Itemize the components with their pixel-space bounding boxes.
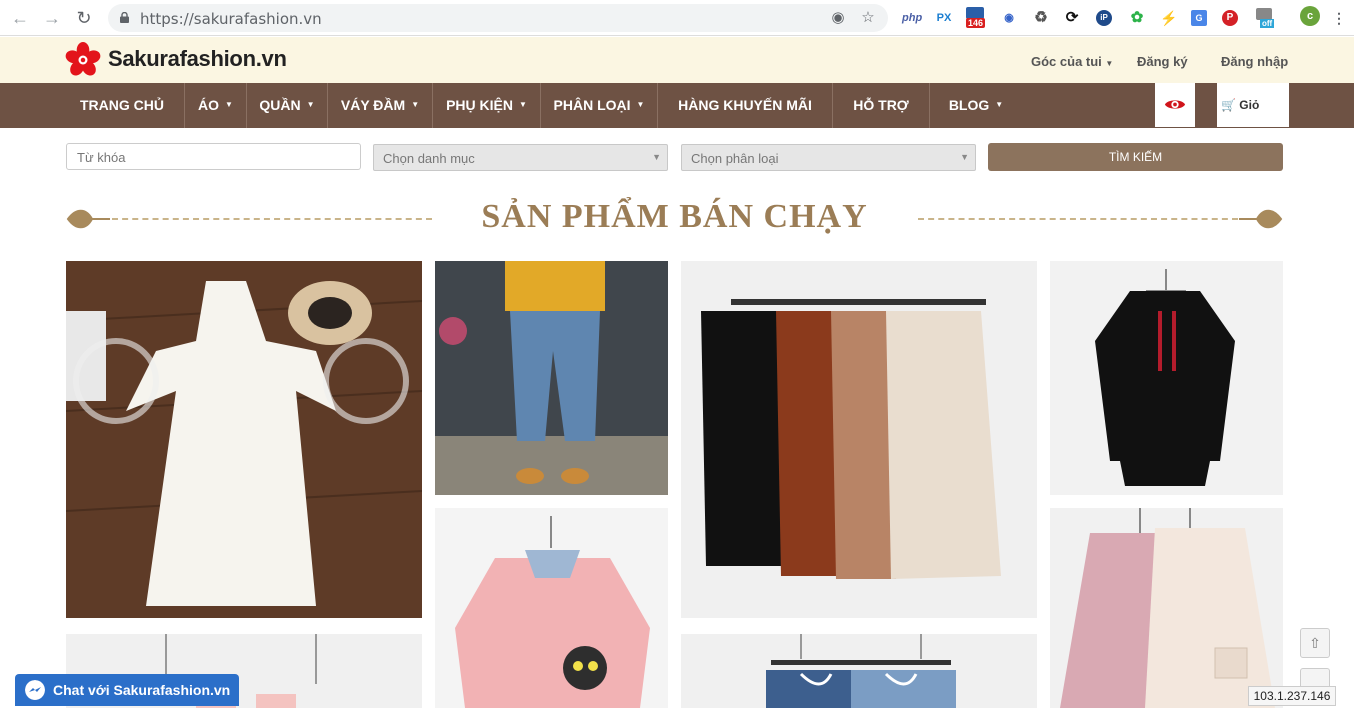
sakura-flower-logo-icon[interactable]	[62, 42, 104, 78]
viewed-items-button[interactable]	[1155, 83, 1195, 127]
cart-icon: 🛒	[1221, 98, 1236, 112]
ornament-right-icon	[1239, 209, 1283, 229]
pink-hooded-coats-image	[1050, 508, 1283, 708]
category-select[interactable]: Chọn danh mục ▼	[373, 144, 668, 171]
cart-button[interactable]: 🛒 Giỏ hàng	[1217, 83, 1289, 156]
mail-extension-icon[interactable]: 146	[966, 7, 986, 28]
megaphone-extension-icon[interactable]: off	[1256, 8, 1278, 28]
product-card-black-hoodie[interactable]	[1050, 261, 1283, 495]
translate-icon[interactable]: G	[1191, 8, 1209, 28]
lightning-icon[interactable]: ⚡	[1160, 8, 1178, 28]
caret-down-icon: ▼	[636, 100, 645, 109]
white-floral-dress-image	[66, 261, 422, 618]
black-hoodie-dress-image	[1050, 261, 1283, 495]
caret-down-icon: ▼	[225, 100, 233, 109]
lock-icon	[120, 12, 129, 23]
dropdown-arrow-icon: ▼	[960, 152, 969, 162]
px-extension-icon[interactable]: PX	[935, 8, 953, 28]
nav-item-pants[interactable]: QUẦN ▼	[247, 83, 328, 128]
off-badge: off	[1260, 19, 1275, 28]
caret-down-icon: ▼	[411, 100, 420, 109]
product-card-denim-shorts[interactable]	[681, 634, 1037, 708]
blocked-popup-icon[interactable]: ◉	[830, 10, 846, 26]
type-select[interactable]: Chọn phân loại ▼	[681, 144, 976, 171]
messenger-chat-button[interactable]: Chat với Sakurafashion.vn	[15, 674, 239, 706]
ip-address-badge: 103.1.237.146	[1248, 686, 1336, 706]
eye-icon	[1164, 100, 1186, 109]
nav-item-promotions[interactable]: HÀNG KHUYẾN MÃI	[658, 83, 833, 128]
nav-item-home[interactable]: TRANG CHỦ	[60, 83, 185, 128]
sync-extension-icon[interactable]: ⟳	[1063, 8, 1081, 28]
address-bar[interactable]: https://sakurafashion.vn ◉ ☆	[108, 4, 888, 32]
php-extension-icon[interactable]: php	[902, 8, 922, 28]
divider-right	[918, 218, 1238, 220]
menu-dots-icon[interactable]: ⋮	[1332, 8, 1346, 28]
product-card-wide-pants[interactable]	[681, 261, 1037, 618]
scroll-bottom-button[interactable]	[1300, 668, 1330, 688]
back-arrow-icon[interactable]: ←	[10, 8, 30, 28]
caret-down-icon: ▼	[995, 100, 1004, 109]
nav-item-tops[interactable]: ÁO ▼	[185, 83, 247, 128]
keyword-search-input[interactable]: Từ khóa	[66, 143, 361, 170]
forward-arrow-icon[interactable]: →	[42, 8, 62, 28]
recycle-icon[interactable]: ♻	[1032, 8, 1050, 28]
wide-pants-colors-image	[681, 261, 1037, 618]
nav-item-dresses[interactable]: VÁY ĐẦM ▼	[328, 83, 433, 128]
product-card-white-dress[interactable]	[66, 261, 422, 618]
product-card-pink-coats[interactable]	[1050, 508, 1283, 708]
badge-count: 146	[966, 18, 986, 28]
caret-down-icon: ▼	[518, 100, 527, 109]
section-heading: SẢN PHẨM BÁN CHẠY	[66, 196, 1283, 246]
caret-down-icon: ▼	[306, 100, 315, 109]
browser-toolbar: ← → ↻ https://sakurafashion.vn ◉ ☆ php P…	[0, 0, 1354, 36]
nav-item-blog[interactable]: BLOG ▼	[930, 83, 1022, 128]
nav-item-accessories[interactable]: PHỤ KIỆN ▼	[433, 83, 541, 128]
pinterest-icon[interactable]: P	[1222, 8, 1240, 28]
dropdown-arrow-icon: ▼	[652, 152, 661, 162]
reload-icon[interactable]: ↻	[74, 8, 94, 28]
messenger-icon	[25, 680, 45, 700]
product-card-pink-sweater[interactable]	[435, 508, 668, 708]
nav-item-categories[interactable]: PHÂN LOẠI ▼	[541, 83, 658, 128]
scroll-top-button[interactable]: ⇧	[1300, 628, 1330, 658]
jeans-yellow-top-image	[435, 261, 668, 495]
profile-avatar[interactable]: c	[1300, 6, 1322, 26]
url-text: https://sakurafashion.vn	[140, 10, 322, 28]
search-button[interactable]: TÌM KIẾM	[988, 143, 1283, 171]
shield-extension-icon[interactable]: ◉	[1000, 8, 1018, 28]
product-card-jeans[interactable]	[435, 261, 668, 495]
login-link[interactable]: Đăng nhập	[1221, 54, 1288, 69]
site-logo-text[interactable]: Sakurafashion.vn	[108, 46, 287, 72]
denim-shorts-image	[681, 634, 1037, 708]
chevron-down-icon: ▼	[1105, 59, 1114, 68]
pink-sweater-cat-image	[435, 508, 668, 708]
section-title: SẢN PHẨM BÁN CHẠY	[481, 198, 868, 235]
arrow-up-icon: ⇧	[1309, 635, 1321, 651]
bookmark-star-icon[interactable]: ☆	[860, 10, 876, 26]
my-corner-link[interactable]: Góc của tui ▼	[1031, 54, 1113, 69]
register-link[interactable]: Đăng ký	[1137, 54, 1188, 69]
ip-extension-icon[interactable]: iP	[1096, 8, 1114, 28]
evernote-icon[interactable]: ✿	[1128, 8, 1146, 28]
nav-item-support[interactable]: HỖ TRỢ	[833, 83, 930, 128]
